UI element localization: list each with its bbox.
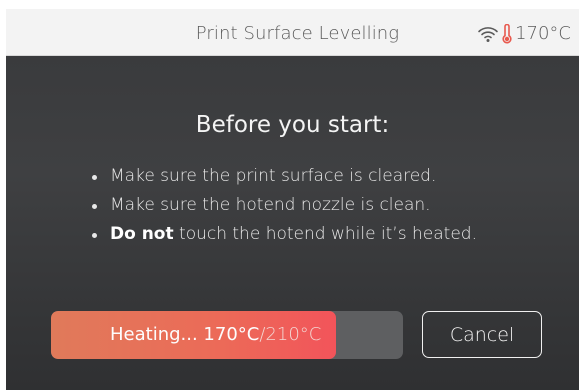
list-item: Make sure the hotend nozzle is clean. (90, 191, 477, 220)
list-item: Make sure the print surface is cleared. (90, 162, 477, 191)
levelling-screen: Print Surface Levelling 170°C Before you… (6, 9, 579, 390)
thermometer-icon (501, 23, 513, 44)
list-item-warning: Do not touch the hotend while it’s heate… (90, 220, 477, 249)
temperature-readout: 170°C (515, 23, 571, 44)
warning-text: touch the hotend while it’s heated. (173, 224, 477, 244)
warning-emphasis: Do not (110, 224, 174, 244)
heating-progress-bar: Heating... 170°C/210°C (51, 311, 403, 359)
wifi-icon (477, 25, 499, 43)
main-panel: Before you start: Make sure the print su… (6, 56, 579, 390)
cancel-button[interactable]: Cancel (422, 311, 542, 358)
target-temperature: /210°C (259, 324, 322, 345)
progress-label: Heating... 170°C/210°C (110, 324, 321, 345)
status-area: 170°C (477, 23, 571, 44)
instructions-list: Make sure the print surface is cleared. … (90, 162, 477, 249)
current-temperature: 170°C (203, 324, 260, 345)
progress-status: Heating... (110, 324, 204, 345)
instructions-heading: Before you start: (195, 112, 390, 138)
top-bar: Print Surface Levelling 170°C (6, 9, 579, 56)
